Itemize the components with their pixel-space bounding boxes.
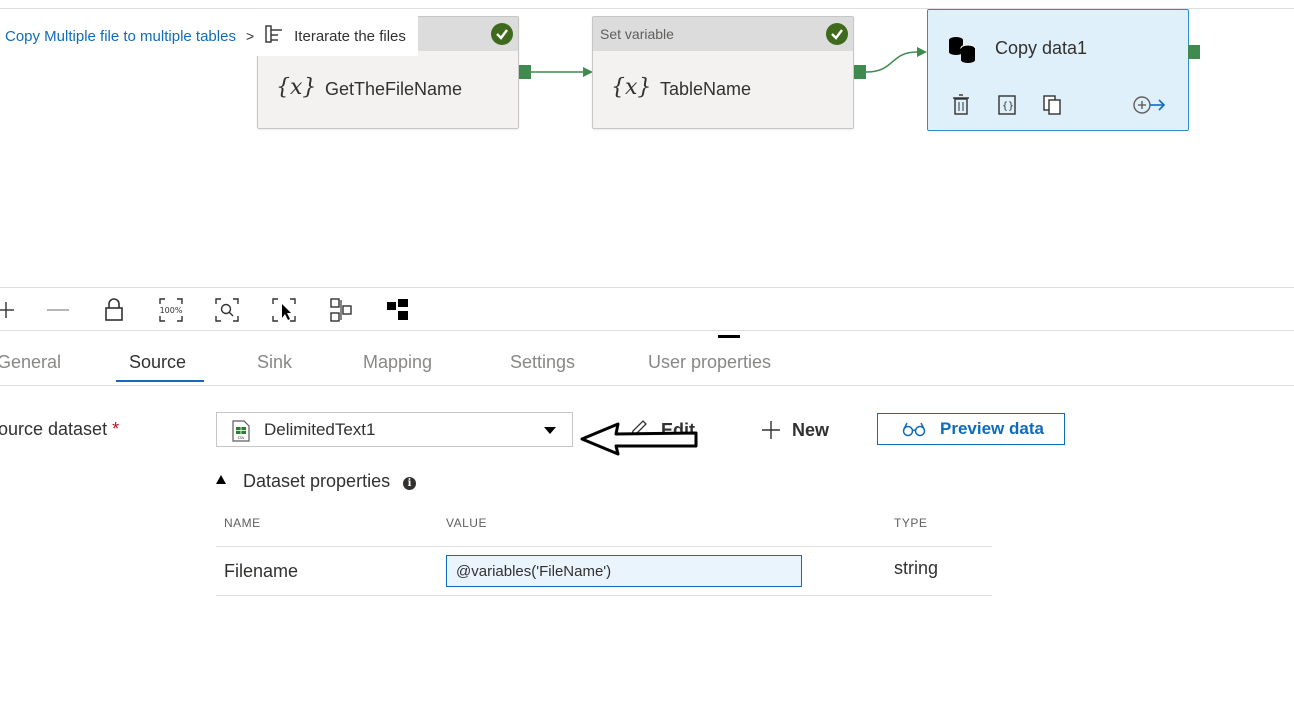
property-name: Filename bbox=[224, 561, 299, 581]
svg-text:csv: csv bbox=[238, 435, 245, 440]
preview-data-label: Preview data bbox=[940, 419, 1044, 438]
activity-name: GetTheFileName bbox=[325, 79, 463, 99]
activity-card-copy-data1[interactable]: Copy data1 {} bbox=[927, 9, 1189, 131]
foreach-icon bbox=[264, 24, 284, 48]
zoom-100-icon[interactable]: 100% bbox=[157, 296, 185, 324]
breadcrumb-current: Iterarate the files bbox=[294, 27, 406, 45]
source-dataset-label-text: ource dataset bbox=[0, 419, 108, 439]
zoom-out-icon[interactable] bbox=[44, 296, 72, 324]
active-tab-indicator bbox=[116, 380, 204, 382]
activity-header: Set variable bbox=[593, 17, 853, 51]
layout-icon[interactable] bbox=[384, 296, 412, 324]
auto-align-icon[interactable] bbox=[327, 296, 355, 324]
tab-mapping[interactable]: Mapping bbox=[363, 352, 432, 373]
panel-resize-handle[interactable] bbox=[718, 335, 740, 338]
toolbar-bottom-border bbox=[0, 330, 1294, 331]
zoom-in-icon[interactable] bbox=[0, 296, 20, 324]
activity-card-tablename[interactable]: Set variable {x} TableName bbox=[592, 16, 854, 129]
csv-file-icon: csv bbox=[232, 420, 250, 447]
tabs-bottom-border bbox=[0, 385, 1294, 386]
tab-settings[interactable]: Settings bbox=[510, 352, 575, 373]
dataset-properties-heading[interactable]: Dataset properties bbox=[243, 471, 390, 492]
select-icon[interactable] bbox=[270, 296, 298, 324]
tab-general[interactable]: General bbox=[0, 352, 61, 373]
delete-icon[interactable] bbox=[952, 94, 970, 121]
panel-cutoff bbox=[0, 612, 1294, 720]
info-icon[interactable]: i bbox=[403, 473, 416, 491]
dataset-selected-value: DelimitedText1 bbox=[264, 420, 376, 439]
annotation-arrow-icon bbox=[580, 422, 698, 456]
svg-text:{}: {} bbox=[1002, 101, 1014, 112]
table-divider bbox=[216, 595, 992, 596]
toolbar-top-border bbox=[0, 287, 1294, 288]
code-icon[interactable]: {} bbox=[997, 94, 1017, 121]
glasses-icon bbox=[902, 421, 926, 442]
table-divider bbox=[216, 546, 992, 547]
zoom-fit-icon[interactable] bbox=[213, 296, 241, 324]
variable-icon: {x} bbox=[276, 75, 317, 100]
tab-sink[interactable]: Sink bbox=[257, 352, 292, 373]
column-header-value: VALUE bbox=[446, 516, 487, 530]
success-check-icon bbox=[826, 23, 848, 45]
preview-data-button[interactable]: Preview data bbox=[877, 413, 1065, 445]
column-header-name: NAME bbox=[224, 516, 261, 530]
output-port[interactable] bbox=[854, 65, 866, 79]
chevron-down-icon bbox=[544, 427, 556, 434]
property-type: string bbox=[894, 558, 939, 578]
svg-text:100%: 100% bbox=[160, 306, 183, 315]
new-label: New bbox=[792, 420, 830, 440]
breadcrumb: Copy Multiple file to multiple tables > … bbox=[0, 16, 418, 56]
property-value-input[interactable]: @variables('FileName') bbox=[446, 555, 802, 587]
add-output-icon[interactable] bbox=[1132, 94, 1168, 121]
required-marker: * bbox=[112, 419, 120, 439]
lock-icon[interactable] bbox=[100, 296, 128, 324]
database-copy-icon bbox=[946, 34, 980, 71]
tab-source[interactable]: Source bbox=[129, 352, 186, 373]
column-header-type: TYPE bbox=[894, 516, 928, 530]
property-value-text: @variables('FileName') bbox=[456, 563, 612, 580]
source-dataset-dropdown[interactable]: csv DelimitedText1 bbox=[216, 412, 573, 447]
tab-user-properties[interactable]: User properties bbox=[648, 352, 771, 373]
breadcrumb-pipeline-link[interactable]: Copy Multiple file to multiple tables bbox=[5, 28, 236, 45]
source-dataset-label: ource dataset * bbox=[0, 419, 119, 440]
output-port[interactable] bbox=[519, 65, 531, 79]
plus-icon bbox=[761, 420, 781, 445]
variable-icon: {x} bbox=[611, 75, 652, 100]
activity-name: TableName bbox=[660, 79, 752, 99]
clone-icon[interactable] bbox=[1042, 94, 1062, 121]
output-port[interactable] bbox=[1188, 45, 1200, 59]
breadcrumb-separator: > bbox=[245, 28, 255, 44]
collapse-triangle-icon[interactable] bbox=[216, 475, 226, 484]
success-check-icon bbox=[491, 23, 513, 45]
activity-name: Copy data1 bbox=[995, 38, 1088, 58]
